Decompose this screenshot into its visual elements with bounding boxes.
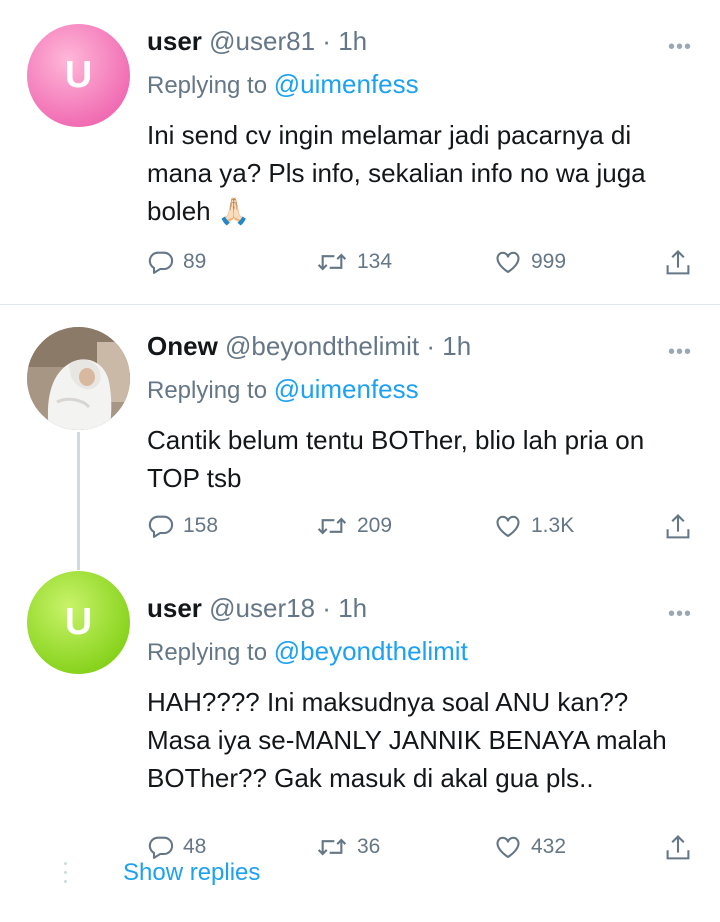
like-count: 999 [531,250,567,273]
avatar[interactable]: U [27,24,130,127]
like-button[interactable]: 999 [493,248,566,276]
retweet-button[interactable]: 209 [315,512,392,540]
replying-label: Replying to [147,377,268,404]
replying-to: Replying to @beyondthelimit [147,636,468,667]
display-name[interactable]: user [147,593,202,623]
tweet-text: Cantik belum tentu BOTher, blio lah pria… [147,425,645,493]
reply-button[interactable]: 89 [147,248,206,276]
replying-to: Replying to @uimenfess [147,374,419,405]
tweet-header: user @user81 · 1h [147,26,367,57]
retweet-button[interactable]: 36 [315,833,380,861]
thread-dots [64,862,68,889]
timestamp[interactable]: 1h [338,593,367,623]
more-icon[interactable]: ••• [668,603,692,626]
user-handle[interactable]: @user81 [209,26,315,56]
reply-icon [148,836,174,859]
replying-label: Replying to [147,72,268,99]
separator: · [322,593,331,623]
timestamp[interactable]: 1h [338,26,367,56]
replying-mention-link[interactable]: @uimenfess [274,69,419,99]
share-button[interactable] [664,248,692,278]
reply-count: 89 [183,250,207,273]
tweet[interactable]: U user @user18 · 1h ••• Replying to @bey… [0,567,720,867]
like-count: 432 [531,835,567,858]
tweet-actions: 158 209 1.3K [147,512,707,546]
heart-icon [496,836,520,858]
heart-icon [496,515,520,537]
display-name[interactable]: user [147,26,202,56]
replying-mention-link[interactable]: @uimenfess [274,374,419,404]
heart-icon [496,251,520,273]
separator: · [322,26,331,56]
tweet-actions: 89 134 999 [147,248,707,282]
reply-icon [148,515,174,538]
avatar[interactable]: U [27,571,130,674]
tweet-text: HAH???? Ini maksudnya soal ANU kan?? Mas… [147,687,667,793]
reply-button[interactable]: 158 [147,512,218,540]
like-button[interactable]: 432 [493,833,566,861]
share-button[interactable] [664,512,692,542]
replying-label: Replying to [147,639,268,666]
tweet-header: user @user18 · 1h [147,593,367,624]
reply-count: 48 [183,835,207,858]
display-name[interactable]: Onew [147,331,218,361]
replying-mention-link[interactable]: @beyondthelimit [274,636,468,666]
tweet[interactable]: U user @user81 · 1h ••• Replying to @uim… [0,0,720,305]
like-button[interactable]: 1.3K [493,512,574,540]
tweet[interactable]: Onew @beyondthelimit · 1h ••• Replying t… [0,305,720,567]
share-icon [666,513,690,539]
avatar[interactable] [27,327,130,430]
share-icon [666,834,690,860]
reply-button[interactable]: 48 [147,833,206,861]
tweet-header: Onew @beyondthelimit · 1h [147,331,471,362]
retweet-count: 209 [357,514,393,537]
tweet-text: Ini send cv ingin melamar jadi pacarnya … [147,120,646,226]
thread-connector-line [77,432,80,570]
retweet-icon [317,253,347,271]
retweet-count: 134 [357,250,393,273]
user-handle[interactable]: @beyondthelimit [225,331,419,361]
retweet-count: 36 [357,835,381,858]
more-icon[interactable]: ••• [668,36,692,59]
replying-to: Replying to @uimenfess [147,69,419,100]
more-icon[interactable]: ••• [668,341,692,364]
share-icon [666,249,690,275]
reply-icon [148,251,174,274]
retweet-icon [317,838,347,856]
share-button[interactable] [664,833,692,863]
timestamp[interactable]: 1h [442,331,471,361]
reply-count: 158 [183,514,219,537]
like-count: 1.3K [531,514,575,537]
avatar-photo [27,327,130,430]
user-handle[interactable]: @user18 [209,593,315,623]
separator: · [426,331,435,361]
show-replies-link[interactable]: Show replies [123,859,260,887]
retweet-button[interactable]: 134 [315,248,392,276]
retweet-icon [317,517,347,535]
